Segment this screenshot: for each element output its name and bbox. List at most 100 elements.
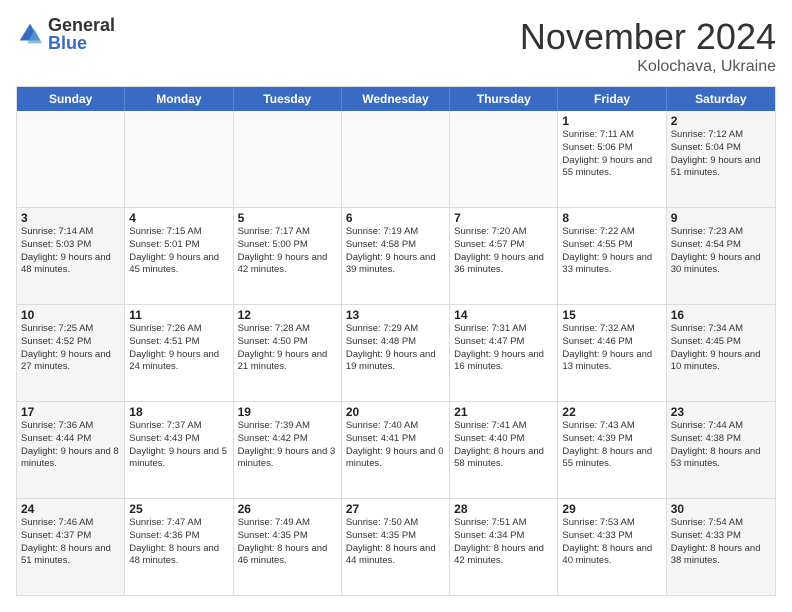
empty-cell [125, 111, 233, 207]
cell-info: Sunrise: 7:22 AM Sunset: 4:55 PM Dayligh… [562, 226, 661, 277]
day-number: 30 [671, 502, 771, 516]
day-cell-5: 5Sunrise: 7:17 AM Sunset: 5:00 PM Daylig… [234, 208, 342, 304]
day-cell-25: 25Sunrise: 7:47 AM Sunset: 4:36 PM Dayli… [125, 499, 233, 595]
day-number: 27 [346, 502, 445, 516]
cell-info: Sunrise: 7:19 AM Sunset: 4:58 PM Dayligh… [346, 226, 445, 277]
day-cell-4: 4Sunrise: 7:15 AM Sunset: 5:01 PM Daylig… [125, 208, 233, 304]
cell-info: Sunrise: 7:47 AM Sunset: 4:36 PM Dayligh… [129, 517, 228, 568]
logo-text: General Blue [48, 16, 115, 52]
header-day-thursday: Thursday [450, 87, 558, 111]
cell-info: Sunrise: 7:36 AM Sunset: 4:44 PM Dayligh… [21, 420, 120, 471]
day-cell-1: 1Sunrise: 7:11 AM Sunset: 5:06 PM Daylig… [558, 111, 666, 207]
day-number: 20 [346, 405, 445, 419]
logo-icon [16, 20, 44, 48]
day-cell-12: 12Sunrise: 7:28 AM Sunset: 4:50 PM Dayli… [234, 305, 342, 401]
cell-info: Sunrise: 7:23 AM Sunset: 4:54 PM Dayligh… [671, 226, 771, 277]
cell-info: Sunrise: 7:54 AM Sunset: 4:33 PM Dayligh… [671, 517, 771, 568]
cell-info: Sunrise: 7:26 AM Sunset: 4:51 PM Dayligh… [129, 323, 228, 374]
cell-info: Sunrise: 7:39 AM Sunset: 4:42 PM Dayligh… [238, 420, 337, 471]
empty-cell [450, 111, 558, 207]
cell-info: Sunrise: 7:51 AM Sunset: 4:34 PM Dayligh… [454, 517, 553, 568]
day-number: 12 [238, 308, 337, 322]
day-cell-24: 24Sunrise: 7:46 AM Sunset: 4:37 PM Dayli… [17, 499, 125, 595]
day-cell-7: 7Sunrise: 7:20 AM Sunset: 4:57 PM Daylig… [450, 208, 558, 304]
day-cell-28: 28Sunrise: 7:51 AM Sunset: 4:34 PM Dayli… [450, 499, 558, 595]
day-cell-11: 11Sunrise: 7:26 AM Sunset: 4:51 PM Dayli… [125, 305, 233, 401]
day-cell-9: 9Sunrise: 7:23 AM Sunset: 4:54 PM Daylig… [667, 208, 775, 304]
cell-info: Sunrise: 7:25 AM Sunset: 4:52 PM Dayligh… [21, 323, 120, 374]
day-cell-8: 8Sunrise: 7:22 AM Sunset: 4:55 PM Daylig… [558, 208, 666, 304]
cell-info: Sunrise: 7:32 AM Sunset: 4:46 PM Dayligh… [562, 323, 661, 374]
cell-info: Sunrise: 7:41 AM Sunset: 4:40 PM Dayligh… [454, 420, 553, 471]
day-number: 3 [21, 211, 120, 225]
calendar-header: SundayMondayTuesdayWednesdayThursdayFrid… [17, 87, 775, 111]
cell-info: Sunrise: 7:31 AM Sunset: 4:47 PM Dayligh… [454, 323, 553, 374]
day-number: 28 [454, 502, 553, 516]
header-day-sunday: Sunday [17, 87, 125, 111]
day-number: 1 [562, 114, 661, 128]
header-day-tuesday: Tuesday [234, 87, 342, 111]
day-number: 22 [562, 405, 661, 419]
cell-info: Sunrise: 7:15 AM Sunset: 5:01 PM Dayligh… [129, 226, 228, 277]
day-number: 13 [346, 308, 445, 322]
cell-info: Sunrise: 7:17 AM Sunset: 5:00 PM Dayligh… [238, 226, 337, 277]
day-number: 9 [671, 211, 771, 225]
calendar-body: 1Sunrise: 7:11 AM Sunset: 5:06 PM Daylig… [17, 111, 775, 595]
month-title: November 2024 [520, 16, 776, 58]
day-number: 24 [21, 502, 120, 516]
calendar: SundayMondayTuesdayWednesdayThursdayFrid… [16, 86, 776, 596]
cell-info: Sunrise: 7:46 AM Sunset: 4:37 PM Dayligh… [21, 517, 120, 568]
day-cell-17: 17Sunrise: 7:36 AM Sunset: 4:44 PM Dayli… [17, 402, 125, 498]
header-day-wednesday: Wednesday [342, 87, 450, 111]
location: Kolochava, Ukraine [520, 58, 776, 76]
header-day-saturday: Saturday [667, 87, 775, 111]
day-cell-3: 3Sunrise: 7:14 AM Sunset: 5:03 PM Daylig… [17, 208, 125, 304]
day-cell-10: 10Sunrise: 7:25 AM Sunset: 4:52 PM Dayli… [17, 305, 125, 401]
day-cell-20: 20Sunrise: 7:40 AM Sunset: 4:41 PM Dayli… [342, 402, 450, 498]
cell-info: Sunrise: 7:34 AM Sunset: 4:45 PM Dayligh… [671, 323, 771, 374]
day-number: 21 [454, 405, 553, 419]
cell-info: Sunrise: 7:12 AM Sunset: 5:04 PM Dayligh… [671, 129, 771, 180]
cell-info: Sunrise: 7:28 AM Sunset: 4:50 PM Dayligh… [238, 323, 337, 374]
day-cell-15: 15Sunrise: 7:32 AM Sunset: 4:46 PM Dayli… [558, 305, 666, 401]
title-area: November 2024 Kolochava, Ukraine [520, 16, 776, 76]
day-number: 6 [346, 211, 445, 225]
day-cell-27: 27Sunrise: 7:50 AM Sunset: 4:35 PM Dayli… [342, 499, 450, 595]
calendar-row-4: 17Sunrise: 7:36 AM Sunset: 4:44 PM Dayli… [17, 402, 775, 499]
day-number: 5 [238, 211, 337, 225]
day-number: 11 [129, 308, 228, 322]
cell-info: Sunrise: 7:20 AM Sunset: 4:57 PM Dayligh… [454, 226, 553, 277]
cell-info: Sunrise: 7:29 AM Sunset: 4:48 PM Dayligh… [346, 323, 445, 374]
calendar-row-3: 10Sunrise: 7:25 AM Sunset: 4:52 PM Dayli… [17, 305, 775, 402]
cell-info: Sunrise: 7:44 AM Sunset: 4:38 PM Dayligh… [671, 420, 771, 471]
cell-info: Sunrise: 7:11 AM Sunset: 5:06 PM Dayligh… [562, 129, 661, 180]
header: General Blue November 2024 Kolochava, Uk… [16, 16, 776, 76]
header-day-monday: Monday [125, 87, 233, 111]
cell-info: Sunrise: 7:53 AM Sunset: 4:33 PM Dayligh… [562, 517, 661, 568]
day-cell-16: 16Sunrise: 7:34 AM Sunset: 4:45 PM Dayli… [667, 305, 775, 401]
header-day-friday: Friday [558, 87, 666, 111]
day-number: 23 [671, 405, 771, 419]
day-cell-18: 18Sunrise: 7:37 AM Sunset: 4:43 PM Dayli… [125, 402, 233, 498]
day-number: 14 [454, 308, 553, 322]
logo: General Blue [16, 16, 115, 52]
day-number: 18 [129, 405, 228, 419]
day-number: 29 [562, 502, 661, 516]
day-cell-19: 19Sunrise: 7:39 AM Sunset: 4:42 PM Dayli… [234, 402, 342, 498]
day-cell-2: 2Sunrise: 7:12 AM Sunset: 5:04 PM Daylig… [667, 111, 775, 207]
cell-info: Sunrise: 7:49 AM Sunset: 4:35 PM Dayligh… [238, 517, 337, 568]
cell-info: Sunrise: 7:50 AM Sunset: 4:35 PM Dayligh… [346, 517, 445, 568]
day-number: 2 [671, 114, 771, 128]
day-number: 25 [129, 502, 228, 516]
page: General Blue November 2024 Kolochava, Uk… [0, 0, 792, 612]
day-number: 8 [562, 211, 661, 225]
logo-blue: Blue [48, 34, 115, 52]
cell-info: Sunrise: 7:40 AM Sunset: 4:41 PM Dayligh… [346, 420, 445, 471]
day-number: 17 [21, 405, 120, 419]
day-cell-26: 26Sunrise: 7:49 AM Sunset: 4:35 PM Dayli… [234, 499, 342, 595]
cell-info: Sunrise: 7:14 AM Sunset: 5:03 PM Dayligh… [21, 226, 120, 277]
day-number: 19 [238, 405, 337, 419]
calendar-row-1: 1Sunrise: 7:11 AM Sunset: 5:06 PM Daylig… [17, 111, 775, 208]
day-number: 4 [129, 211, 228, 225]
day-number: 10 [21, 308, 120, 322]
